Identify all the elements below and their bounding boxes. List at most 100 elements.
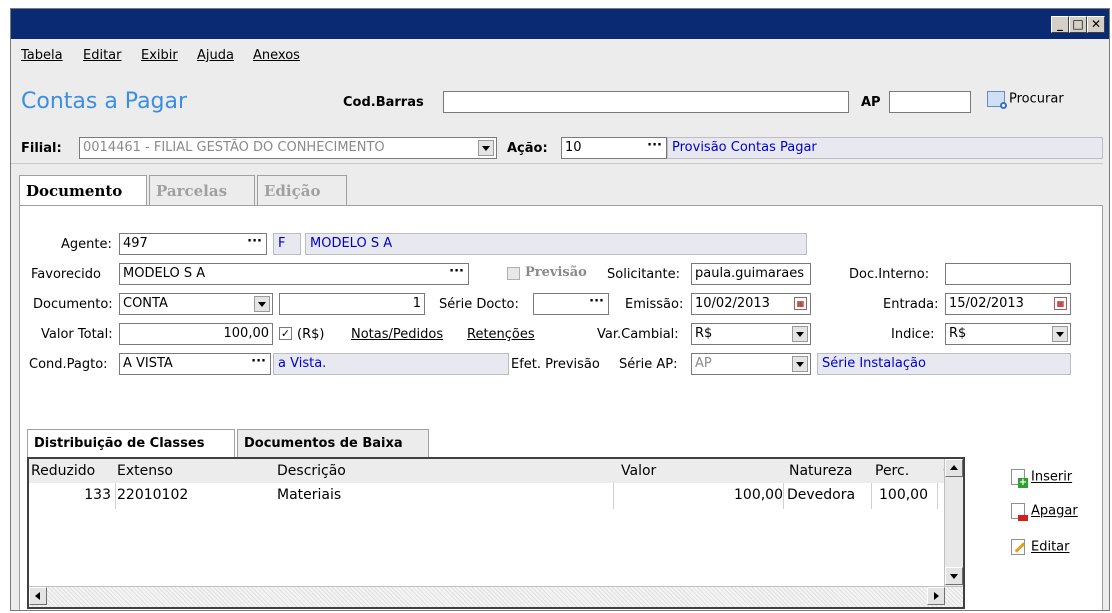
col-reduzido[interactable]: Reduzido: [31, 463, 95, 479]
apagar-button[interactable]: Apagar: [1011, 503, 1078, 521]
col-valor[interactable]: Valor: [621, 463, 656, 479]
inserir-label: Inserir: [1031, 469, 1073, 485]
moeda-checkbox[interactable]: ✓: [279, 327, 292, 340]
solicitante-input[interactable]: paula.guimaraes: [691, 263, 811, 285]
menu-exibir[interactable]: Exibir: [141, 48, 178, 63]
page-title: Contas a Pagar: [21, 89, 188, 114]
tab-parcelas[interactable]: Parcelas: [149, 175, 255, 205]
previsao-checkbox[interactable]: [507, 267, 520, 280]
scroll-down-icon[interactable]: [945, 567, 963, 585]
calendar-icon[interactable]: ▦: [1054, 297, 1067, 310]
cod-barras-label: Cod.Barras: [343, 95, 424, 110]
filial-row: Filial: 0014461 - FILIAL GESTÃO DO CONHE…: [11, 133, 1103, 164]
procurar-button[interactable]: Procurar: [987, 91, 1064, 109]
chevron-down-icon[interactable]: [792, 356, 808, 372]
tab-documento[interactable]: Documento: [19, 175, 147, 207]
chevron-down-icon[interactable]: [1052, 326, 1068, 342]
edit-icon: [1011, 539, 1026, 555]
grid-divider: [871, 483, 872, 509]
cod-barras-input[interactable]: [443, 91, 849, 113]
serie-ap-value: AP: [695, 356, 712, 371]
scroll-left-icon[interactable]: [29, 587, 47, 605]
emissao-input[interactable]: 10/02/2013 ▦: [691, 293, 811, 315]
ap-input[interactable]: [889, 91, 971, 113]
grid-divider: [115, 483, 116, 509]
table-row[interactable]: 133 22010102 Materiais 100,00 Devedora 1…: [29, 483, 963, 509]
cell-descricao: Materiais: [277, 487, 342, 503]
vertical-scrollbar[interactable]: [944, 459, 963, 587]
moeda-label: (R$): [297, 327, 325, 342]
previsao-label: Previsão: [525, 265, 587, 280]
tab-distribuicao-classes[interactable]: Distribuição de Classes: [27, 429, 235, 457]
col-perc[interactable]: Perc.: [875, 463, 909, 479]
search-icon: [987, 91, 1007, 109]
serie-docto-input[interactable]: ···: [533, 293, 609, 315]
tab-documentos-baixa[interactable]: Documentos de Baixa: [237, 429, 429, 457]
editar-button[interactable]: Editar: [1011, 539, 1070, 555]
doc-interno-label: Doc.Interno:: [849, 267, 930, 282]
var-cambial-select[interactable]: R$: [691, 323, 811, 345]
col-extenso[interactable]: Extenso: [117, 463, 173, 479]
doc-interno-input[interactable]: [945, 263, 1071, 285]
apagar-label: Apagar: [1031, 503, 1078, 519]
horizontal-scrollbar[interactable]: [29, 586, 963, 607]
calendar-icon[interactable]: ▦: [794, 297, 807, 310]
tab-edicao[interactable]: Edição: [257, 175, 347, 205]
menu-anexos[interactable]: Anexos: [253, 48, 300, 63]
editar-label: Editar: [1031, 539, 1070, 555]
cell-extenso: 22010102: [117, 487, 189, 503]
scroll-up-icon[interactable]: [945, 459, 963, 477]
grid-header: Reduzido Extenso Descrição Valor Naturez…: [29, 459, 963, 483]
classes-grid: Reduzido Extenso Descrição Valor Naturez…: [27, 457, 965, 609]
entrada-value: 15/02/2013: [949, 296, 1024, 311]
indice-value: R$: [949, 326, 967, 341]
cond-pagto-input[interactable]: A VISTA ···: [119, 353, 271, 375]
chevron-down-icon[interactable]: [792, 326, 808, 342]
retencoes-link[interactable]: Retenções: [467, 327, 535, 342]
acao-input[interactable]: 10 ···: [561, 137, 667, 159]
documento-select[interactable]: CONTA: [119, 293, 273, 315]
agente-input[interactable]: 497 ···: [119, 233, 267, 255]
valor-total-input[interactable]: 100,00: [119, 323, 273, 345]
lookup-icon[interactable]: ···: [647, 138, 662, 153]
serie-ap-label: Série AP:: [619, 357, 678, 372]
menu-ajuda[interactable]: Ajuda: [197, 48, 234, 63]
cell-perc: 100,00: [879, 487, 928, 503]
filial-select[interactable]: 0014461 - FILIAL GESTÃO DO CONHECIMENTO: [79, 137, 497, 159]
efet-previsao-label: Efet. Previsão: [511, 357, 600, 372]
notas-pedidos-link[interactable]: Notas/Pedidos: [351, 327, 443, 342]
menu-editar[interactable]: Editar: [83, 48, 122, 63]
agente-label: Agente:: [61, 237, 112, 252]
chevron-down-icon[interactable]: [254, 296, 270, 312]
scroll-right-icon[interactable]: [927, 587, 945, 605]
solicitante-label: Solicitante:: [607, 267, 680, 282]
indice-select[interactable]: R$: [945, 323, 1071, 345]
menu-tabela[interactable]: Tabela: [21, 48, 63, 63]
lookup-icon[interactable]: ···: [589, 294, 604, 309]
filial-value: 0014461 - FILIAL GESTÃO DO CONHECIMENTO: [83, 140, 385, 155]
maximize-button[interactable]: □: [1069, 16, 1087, 33]
entrada-label: Entrada:: [883, 297, 939, 312]
favorecido-value: MODELO S A: [123, 266, 206, 281]
valor-total-label: Valor Total:: [41, 327, 113, 342]
lookup-icon[interactable]: ···: [247, 234, 262, 249]
col-natureza[interactable]: Natureza: [789, 463, 852, 479]
main-window: _ □ ✕ Tabela Editar Exibir Ajuda Anexos …: [10, 8, 1110, 611]
favorecido-input[interactable]: MODELO S A ···: [119, 263, 469, 285]
cell-valor: 100,00: [734, 487, 783, 503]
filial-label: Filial:: [21, 141, 62, 156]
inserir-button[interactable]: + Inserir: [1011, 469, 1073, 488]
documento-numero[interactable]: 1: [279, 293, 425, 315]
lookup-icon[interactable]: ···: [251, 354, 266, 369]
col-descricao[interactable]: Descrição: [277, 463, 346, 479]
var-cambial-value: R$: [695, 326, 713, 341]
documento-value: CONTA: [123, 296, 168, 311]
chevron-down-icon[interactable]: [478, 140, 494, 156]
minimize-button[interactable]: _: [1051, 16, 1069, 33]
serie-ap-select[interactable]: AP: [691, 353, 811, 375]
emissao-label: Emissão:: [625, 297, 684, 312]
lookup-icon[interactable]: ···: [449, 264, 464, 279]
close-button[interactable]: ✕: [1087, 16, 1105, 33]
procurar-label: Procurar: [1009, 91, 1064, 107]
entrada-input[interactable]: 15/02/2013 ▦: [945, 293, 1071, 315]
